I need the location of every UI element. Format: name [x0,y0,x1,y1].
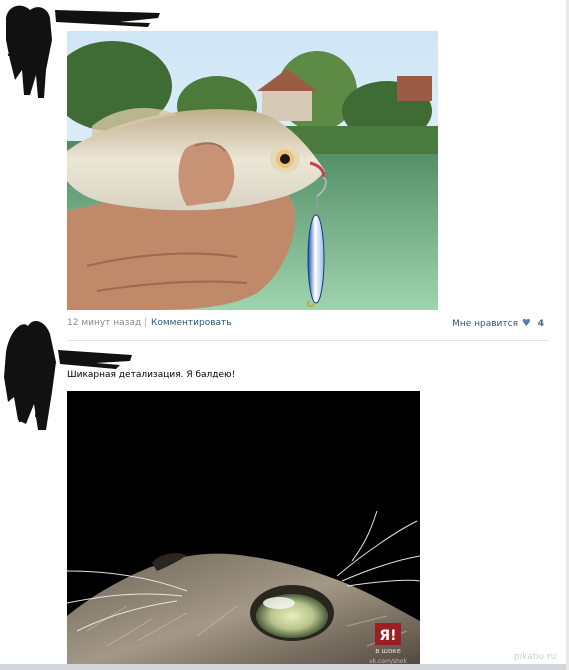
watermark-brand: в шоке [375,647,401,655]
like-label: Мне нравится [452,319,519,329]
heart-icon: ♥ [521,318,531,329]
post-photo-cat[interactable]: Я! в шоке vk.com/shok [67,391,420,670]
site-watermark: pikabu.ru [514,652,557,662]
like-count: 4 [537,319,544,329]
post-meta-row: 12 минут назад | Комментировать Мне нрав… [67,318,547,332]
like-button[interactable]: Мне нравится ♥ 4 [452,318,544,329]
watermark-logo: Я! [379,628,396,644]
post-divider [67,340,549,341]
post-photo-fish[interactable] [67,31,438,310]
taskbar [0,664,566,670]
post-timestamp[interactable]: 12 минут назад [67,318,141,328]
meta-separator: | [144,318,148,328]
post-text: Шикарная детализация. Я балдею! [67,370,236,380]
comment-link[interactable]: Комментировать [151,318,232,328]
